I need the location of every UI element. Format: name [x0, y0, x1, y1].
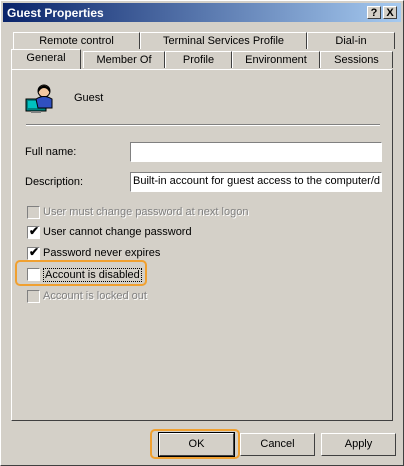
user-name: Guest — [74, 92, 104, 104]
checkmark-icon: ✔ — [29, 224, 40, 238]
full-name-input[interactable] — [130, 142, 382, 162]
account-disabled-highlight — [15, 260, 147, 286]
account-locked-label: Account is locked out — [43, 290, 147, 302]
apply-button[interactable]: Apply — [321, 433, 396, 456]
cancel-button[interactable]: Cancel — [240, 433, 315, 456]
tab-profile[interactable]: Profile — [165, 51, 232, 68]
description-label: Description: — [25, 176, 84, 188]
guest-properties-dialog: Guest Properties ? X Remote control Term… — [0, 0, 404, 466]
tab-terminal-services-profile[interactable]: Terminal Services Profile — [140, 32, 307, 49]
password-never-expires-checkbox[interactable]: ✔ — [27, 245, 40, 260]
account-locked-checkbox[interactable] — [27, 290, 40, 303]
title-bar[interactable]: Guest Properties ? X — [3, 3, 401, 22]
description-input[interactable]: Built-in account for guest access to the… — [130, 172, 382, 192]
password-never-expires-label: Password never expires — [43, 247, 161, 259]
close-button[interactable]: X — [383, 6, 397, 19]
tab-remote-control[interactable]: Remote control — [13, 32, 140, 49]
user-icon — [24, 82, 56, 114]
tab-sessions[interactable]: Sessions — [320, 51, 393, 68]
full-name-label: Full name: — [25, 146, 77, 158]
help-button[interactable]: ? — [367, 6, 381, 19]
ok-button-highlight — [150, 429, 240, 459]
must-change-password-checkbox[interactable] — [27, 206, 40, 219]
tab-member-of[interactable]: Member Of — [83, 51, 165, 68]
general-tab-panel: Guest Full name: Description: Built-in a… — [11, 69, 393, 421]
tab-dial-in[interactable]: Dial-in — [307, 32, 395, 49]
checkmark-icon: ✔ — [29, 245, 40, 259]
must-change-password-label: User must change password at next logon — [43, 206, 249, 218]
cannot-change-password-label: User cannot change password — [43, 226, 192, 238]
window-title: Guest Properties — [7, 6, 104, 20]
tab-general[interactable]: General — [11, 49, 81, 69]
tab-environment[interactable]: Environment — [232, 51, 320, 68]
separator — [26, 124, 380, 126]
cannot-change-password-checkbox[interactable]: ✔ — [27, 224, 40, 239]
